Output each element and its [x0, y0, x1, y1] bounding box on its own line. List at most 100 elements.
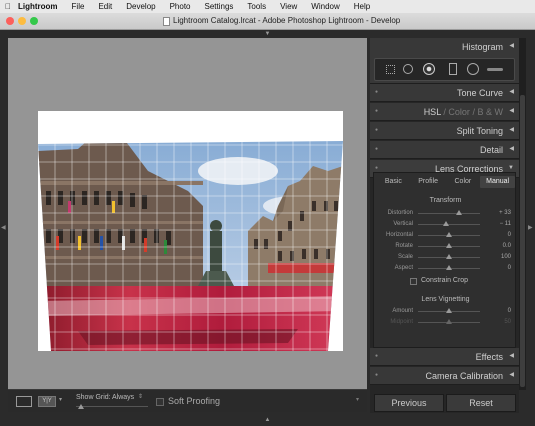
crop-tool-icon[interactable]	[386, 65, 395, 74]
top-panel-toggle-icon[interactable]: ▼	[0, 30, 535, 38]
distortion-slider[interactable]	[418, 213, 480, 214]
detail-toggle-icon[interactable]: ●	[375, 146, 378, 152]
menu-develop[interactable]: Develop	[119, 2, 162, 11]
histogram-header[interactable]: Histogram	[462, 42, 503, 52]
menu-app-name[interactable]: Lightroom	[16, 2, 65, 11]
spot-removal-tool-icon[interactable]	[403, 64, 413, 74]
detail-panel-header[interactable]: ● Detail ◀	[370, 141, 519, 159]
split-toning-collapse-icon[interactable]: ◀	[509, 126, 514, 135]
horizontal-value[interactable]: 0	[508, 232, 511, 238]
aspect-slider-thumb[interactable]	[446, 265, 452, 270]
menu-help[interactable]: Help	[347, 2, 377, 11]
left-panel-toggle-icon[interactable]: ◀	[1, 224, 6, 231]
apple-menu-icon[interactable]: 	[0, 2, 16, 11]
lens-corrections-toggle-icon[interactable]: ●	[375, 165, 378, 171]
hsl-toggle-icon[interactable]: ●	[375, 108, 378, 114]
before-after-view-icon[interactable]: Y|Y	[38, 396, 56, 407]
vertical-value[interactable]: − 11	[500, 221, 511, 227]
soft-proofing-checkbox[interactable]	[156, 398, 164, 406]
effects-collapse-icon[interactable]: ◀	[509, 352, 514, 361]
split-toning-toggle-icon[interactable]: ●	[375, 127, 378, 133]
camera-calibration-toggle-icon[interactable]: ●	[375, 372, 378, 378]
detail-label: Detail	[479, 145, 503, 155]
right-panel-scrollbar[interactable]	[519, 38, 526, 390]
menu-window[interactable]: Window	[304, 2, 346, 11]
red-eye-tool-icon[interactable]	[423, 63, 435, 75]
vertical-slider[interactable]	[418, 224, 480, 225]
photo-preview[interactable]	[38, 111, 343, 351]
distortion-value[interactable]: + 33	[499, 210, 511, 216]
show-grid-label: Show Grid:	[76, 394, 111, 401]
tone-curve-toggle-icon[interactable]: ●	[375, 89, 378, 95]
vertical-slider-row: Vertical − 11	[374, 219, 517, 229]
right-panel-toggle-icon[interactable]: ▶	[528, 224, 533, 231]
tab-color[interactable]: Color	[446, 176, 481, 188]
scale-value[interactable]: 100	[501, 254, 511, 260]
tone-curve-collapse-icon[interactable]: ◀	[509, 88, 514, 97]
rotate-value[interactable]: 0.0	[503, 243, 511, 249]
show-grid-select[interactable]: Always	[112, 394, 134, 401]
effects-toggle-icon[interactable]: ●	[375, 353, 378, 359]
hsl-labels: HSL / Color / B & W	[424, 107, 503, 117]
constrain-crop-checkbox[interactable]	[410, 278, 417, 285]
develop-tool-strip	[374, 58, 515, 81]
loupe-view-icon[interactable]	[16, 396, 32, 407]
grid-select-chevron-icon[interactable]: ⇕	[138, 393, 143, 400]
distortion-slider-thumb[interactable]	[455, 210, 462, 215]
hsl-panel-header[interactable]: ● HSL / Color / B & W ◀	[370, 103, 519, 121]
horizontal-slider-thumb[interactable]	[446, 232, 452, 237]
vertical-slider-thumb[interactable]	[442, 221, 449, 226]
grid-size-slider-thumb[interactable]	[78, 404, 84, 409]
bottom-panel-toggle-icon[interactable]: ▲	[0, 414, 535, 426]
color-label[interactable]: Color	[448, 107, 470, 117]
amount-value[interactable]: 0	[508, 308, 511, 314]
rotate-slider-row: Rotate 0.0	[374, 241, 517, 251]
tone-curve-label: Tone Curve	[456, 88, 503, 98]
tab-profile[interactable]: Profile	[411, 176, 446, 188]
left-panel-strip: ◀	[0, 38, 8, 411]
reset-button[interactable]: Reset	[446, 394, 516, 412]
menu-edit[interactable]: Edit	[91, 2, 119, 11]
menu-photo[interactable]: Photo	[163, 2, 198, 11]
tab-basic[interactable]: Basic	[376, 176, 411, 188]
hsl-collapse-icon[interactable]: ◀	[509, 107, 514, 116]
bw-label[interactable]: B & W	[477, 107, 503, 117]
midpoint-slider-thumb	[446, 319, 452, 324]
minimize-window-button[interactable]	[18, 17, 26, 25]
tab-manual[interactable]: Manual	[480, 176, 515, 188]
view-options-chevron-icon[interactable]: ▾	[59, 396, 62, 403]
radial-filter-tool-icon[interactable]	[467, 63, 479, 75]
menu-settings[interactable]: Settings	[198, 2, 241, 11]
hsl-label[interactable]: HSL	[424, 107, 441, 117]
transform-section-title: Transform	[429, 197, 462, 204]
previous-button[interactable]: Previous	[374, 394, 444, 412]
rotate-slider-thumb[interactable]	[446, 243, 452, 248]
right-panel: Histogram ◀ ● Tone Curve ◀ ● HSL / Color…	[370, 38, 519, 413]
graduated-filter-tool-icon[interactable]	[449, 63, 457, 75]
scale-slider-thumb[interactable]	[446, 254, 452, 259]
adjustment-brush-tool-icon[interactable]	[487, 68, 503, 71]
close-window-button[interactable]	[6, 17, 14, 25]
image-canvas[interactable]	[8, 38, 367, 389]
grid-size-slider[interactable]	[76, 406, 148, 407]
right-panel-strip: ▶	[526, 38, 535, 411]
tone-curve-panel-header[interactable]: ● Tone Curve ◀	[370, 84, 519, 102]
menu-file[interactable]: File	[65, 2, 92, 11]
menu-tools[interactable]: Tools	[240, 2, 273, 11]
zoom-window-button[interactable]	[30, 17, 38, 25]
histogram-collapse-icon[interactable]: ◀	[509, 42, 514, 51]
amount-slider-thumb[interactable]	[446, 308, 452, 313]
split-toning-panel-header[interactable]: ● Split Toning ◀	[370, 122, 519, 140]
detail-collapse-icon[interactable]: ◀	[509, 145, 514, 154]
right-panel-scrollbar-thumb[interactable]	[520, 95, 525, 387]
aspect-value[interactable]: 0	[508, 265, 511, 271]
constrain-crop-label[interactable]: Constrain Crop	[421, 277, 468, 284]
camera-calibration-collapse-icon[interactable]: ◀	[509, 371, 514, 380]
menu-view[interactable]: View	[273, 2, 304, 11]
hsl-separator-2: /	[472, 107, 475, 117]
effects-panel-header[interactable]: ● Effects ◀	[370, 348, 519, 366]
soft-proofing-label[interactable]: Soft Proofing	[168, 396, 220, 406]
bottom-toolbar: Y|Y ▾ Show Grid: Always ⇕ Soft Proofing …	[8, 389, 367, 412]
toolbar-content-chevron-icon[interactable]: ▾	[356, 396, 359, 403]
camera-calibration-panel-header[interactable]: ● Camera Calibration ◀	[370, 367, 519, 385]
